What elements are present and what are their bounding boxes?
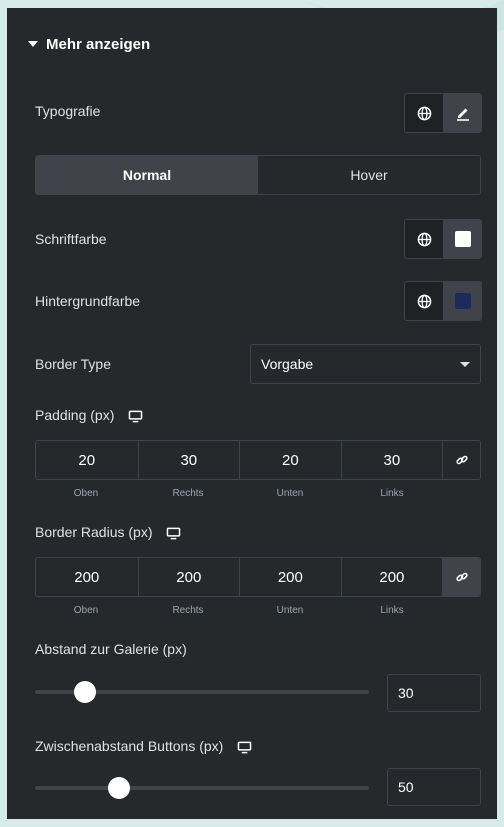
bg-color-controls bbox=[404, 281, 482, 321]
global-color-button[interactable] bbox=[405, 220, 443, 258]
typography-label: Typografie bbox=[35, 103, 101, 119]
border-type-select[interactable]: Vorgabe bbox=[250, 344, 481, 384]
monitor-icon[interactable] bbox=[237, 741, 252, 754]
typography-controls bbox=[404, 93, 482, 133]
tab-hover[interactable]: Hover bbox=[258, 156, 480, 194]
radius-left-input[interactable]: 200 bbox=[340, 558, 443, 596]
border-type-label: Border Type bbox=[35, 356, 112, 372]
link-icon bbox=[455, 455, 468, 465]
button-gap-slider[interactable] bbox=[35, 777, 369, 799]
padding-left-input[interactable]: 30 bbox=[340, 441, 443, 479]
radius-side-labels: Oben Rechts Unten Links bbox=[35, 605, 443, 616]
state-tabs: Normal Hover bbox=[35, 155, 481, 195]
padding-inputs: 20 30 20 30 bbox=[35, 440, 481, 480]
bg-color-swatch bbox=[454, 293, 471, 309]
button-gap-slider-handle[interactable] bbox=[107, 777, 130, 799]
side-label: Links bbox=[380, 605, 404, 616]
section-toggle[interactable]: Mehr anzeigen bbox=[28, 34, 150, 54]
text-color-swatch-button[interactable] bbox=[443, 220, 481, 258]
gallery-gap-label: Abstand zur Galerie (px) bbox=[35, 641, 187, 657]
padding-top-input[interactable]: 20 bbox=[36, 441, 138, 479]
side-label: Unten bbox=[276, 488, 304, 499]
tab-normal[interactable]: Normal bbox=[36, 156, 258, 194]
padding-bottom-input[interactable]: 20 bbox=[239, 441, 341, 479]
padding-right-input[interactable]: 30 bbox=[137, 441, 240, 479]
caret-down-icon bbox=[28, 41, 38, 47]
radius-top-input[interactable]: 200 bbox=[36, 558, 138, 596]
gallery-gap-input[interactable]: 30 bbox=[387, 674, 481, 712]
monitor-icon[interactable] bbox=[128, 410, 143, 423]
padding-side-labels: Oben Rechts Unten Links bbox=[35, 488, 443, 499]
monitor-icon[interactable] bbox=[166, 527, 181, 540]
edit-typography-button[interactable] bbox=[443, 94, 481, 132]
padding-link-button[interactable] bbox=[442, 441, 480, 479]
side-label: Rechts bbox=[172, 488, 204, 499]
gallery-gap-slider[interactable] bbox=[35, 681, 369, 703]
border-radius-label-row: Border Radius (px) bbox=[35, 524, 181, 540]
link-icon bbox=[455, 572, 468, 582]
text-color-label: Schriftfarbe bbox=[35, 231, 107, 247]
side-label: Oben bbox=[73, 488, 99, 499]
pencil-icon bbox=[456, 108, 469, 121]
side-label: Oben bbox=[73, 605, 99, 616]
radius-link-button[interactable] bbox=[442, 558, 480, 596]
bg-color-label: Hintergrundfarbe bbox=[35, 293, 141, 309]
side-label: Rechts bbox=[172, 605, 204, 616]
button-gap-label: Zwischenabstand Buttons (px) bbox=[35, 738, 224, 754]
globe-icon bbox=[417, 232, 431, 246]
chevron-down-icon bbox=[460, 362, 470, 367]
button-gap-label-row: Zwischenabstand Buttons (px) bbox=[35, 738, 252, 754]
radius-right-input[interactable]: 200 bbox=[137, 558, 240, 596]
border-radius-inputs: 200 200 200 200 bbox=[35, 557, 481, 597]
radius-bottom-input[interactable]: 200 bbox=[239, 558, 341, 596]
padding-label: Padding (px) bbox=[35, 407, 115, 423]
padding-label-row: Padding (px) bbox=[35, 407, 143, 423]
text-color-controls bbox=[404, 219, 482, 259]
globe-icon bbox=[417, 294, 431, 308]
button-gap-input[interactable]: 50 bbox=[387, 768, 481, 806]
section-title: Mehr anzeigen bbox=[46, 35, 151, 53]
bg-color-swatch-button[interactable] bbox=[443, 282, 481, 320]
side-label: Links bbox=[380, 488, 404, 499]
global-typography-button[interactable] bbox=[405, 94, 443, 132]
global-bg-color-button[interactable] bbox=[405, 282, 443, 320]
text-color-swatch bbox=[454, 231, 471, 247]
border-type-value: Vorgabe bbox=[261, 356, 314, 372]
gallery-gap-slider-handle[interactable] bbox=[74, 681, 97, 703]
border-radius-label: Border Radius (px) bbox=[35, 524, 153, 540]
side-label: Unten bbox=[276, 605, 304, 616]
globe-icon bbox=[417, 106, 431, 120]
